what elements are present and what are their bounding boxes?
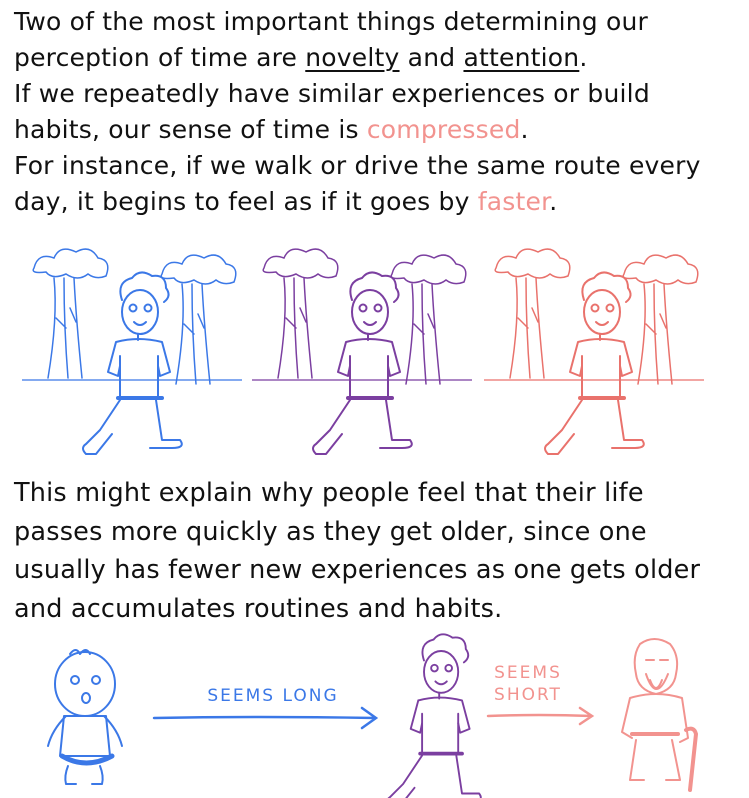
habits-text: If we repeatedly have similar experience…	[14, 79, 650, 144]
attention-word: attention	[463, 43, 580, 72]
baby-figure	[47, 649, 123, 785]
compressed-word: compressed	[366, 115, 521, 144]
period: .	[520, 115, 529, 144]
route-text: For instance, if we walk or drive the sa…	[14, 151, 701, 216]
faster-word: faster	[477, 187, 550, 216]
seems-long-label: SEEMS LONG	[207, 686, 339, 706]
seems-short-line-2: SHORT	[494, 685, 562, 705]
young-walker-figure	[387, 633, 482, 798]
seems-long-arrow	[152, 706, 379, 730]
and-word: and	[399, 43, 464, 72]
old-man-figure	[621, 638, 698, 792]
walking-scene-blue	[22, 248, 242, 455]
novelty-word: novelty	[305, 43, 400, 72]
conclusion-paragraph: This might explain why people feel that …	[14, 478, 701, 624]
seems-short-arrow	[486, 706, 595, 726]
seems-short-line-1: SEEMS	[494, 663, 562, 683]
period: .	[579, 43, 588, 72]
walking-scene-red	[484, 248, 704, 455]
seems-short-label: SEEMS SHORT	[488, 662, 568, 706]
period: .	[549, 187, 558, 216]
comic-page: Two of the most important things determi…	[0, 0, 749, 798]
intro-paragraph: Two of the most important things determi…	[14, 4, 739, 220]
walking-scene-purple	[252, 248, 472, 455]
